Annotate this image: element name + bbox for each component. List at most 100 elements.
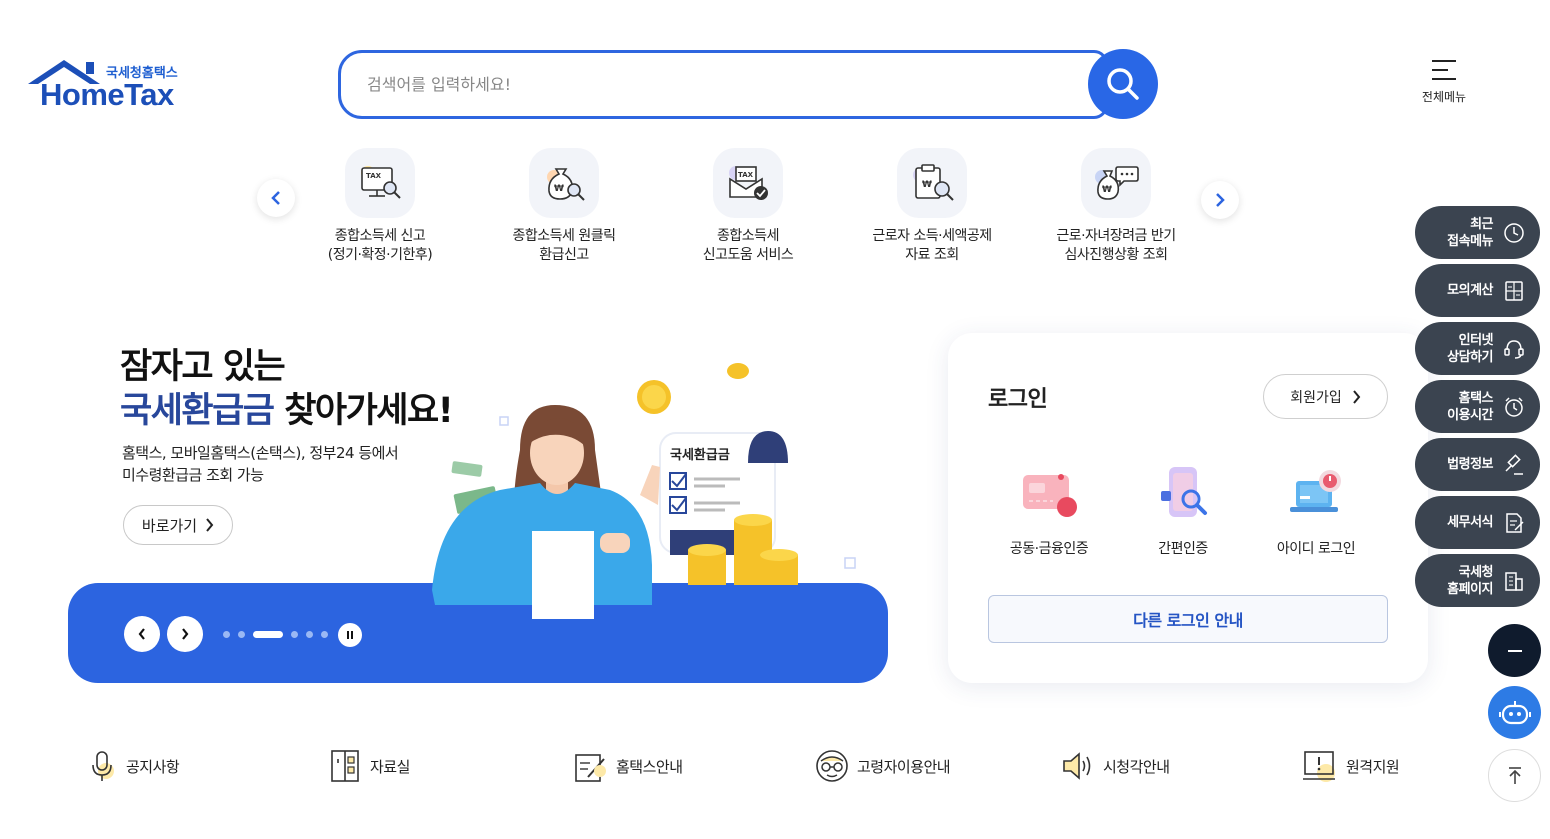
bottom-link-remote-support[interactable]: 원격지원 bbox=[1302, 748, 1400, 784]
side-tax-forms-button[interactable]: 세무서식 bbox=[1415, 496, 1540, 549]
other-login-guide-button[interactable]: 다른 로그인 안내 bbox=[988, 595, 1388, 643]
building-icon bbox=[1505, 571, 1523, 591]
pagination-dot[interactable] bbox=[291, 631, 298, 638]
chevron-right-icon bbox=[206, 518, 214, 532]
pause-icon bbox=[347, 631, 353, 639]
banner-prev-button[interactable] bbox=[124, 616, 160, 652]
side-service-hours-button[interactable]: 홈택스 이용시간 bbox=[1415, 380, 1540, 433]
services-next-button[interactable] bbox=[1201, 181, 1239, 219]
service-item-one-click-refund[interactable]: ₩ 종합소득세 원클릭 환급신고 bbox=[479, 148, 649, 265]
service-item-income-tax-filing[interactable]: TAX 종합소득세 신고 (정기·확정·기한후) bbox=[295, 148, 465, 265]
service-subtitle: 자료 조회 bbox=[905, 247, 959, 263]
chevron-right-icon bbox=[1216, 193, 1225, 207]
hamburger-menu-icon bbox=[1432, 60, 1456, 80]
join-button[interactable]: 회원가입 bbox=[1263, 374, 1388, 419]
service-title: 종합소득세 신고 bbox=[334, 228, 426, 244]
money-bag-chat-icon: ₩ bbox=[1081, 148, 1151, 218]
cabinet-icon bbox=[331, 750, 359, 782]
service-title: 종합소득세 원클릭 bbox=[512, 228, 617, 244]
service-title: 근로·자녀장려금 반기 bbox=[1056, 228, 1176, 244]
login-method-simple[interactable]: 간편인증 bbox=[1118, 458, 1248, 558]
svg-text:TAX: TAX bbox=[366, 172, 382, 180]
side-button-label: 법령정보 bbox=[1447, 457, 1493, 472]
banner-pause-button[interactable] bbox=[338, 623, 362, 647]
login-method-label: 공동·금융인증 bbox=[1009, 541, 1089, 557]
laptop-power-icon bbox=[1281, 458, 1351, 528]
calculator-icon bbox=[1505, 280, 1523, 301]
search-box bbox=[338, 50, 1108, 119]
svg-text:₩: ₩ bbox=[554, 184, 564, 194]
pagination-dot[interactable] bbox=[306, 631, 313, 638]
minus-icon bbox=[1507, 649, 1522, 652]
bottom-link-notice[interactable]: 공지사항 bbox=[88, 748, 180, 784]
scroll-top-button[interactable] bbox=[1488, 749, 1541, 802]
login-title: 로그인 bbox=[988, 387, 1048, 412]
side-nts-homepage-button[interactable]: 국세청 홈페이지 bbox=[1415, 554, 1540, 607]
login-method-label: 간편인증 bbox=[1158, 541, 1208, 557]
banner-go-button[interactable]: 바로가기 bbox=[123, 505, 233, 545]
side-online-consult-button[interactable]: 인터넷 상담하기 bbox=[1415, 322, 1540, 375]
speaker-icon bbox=[1063, 752, 1091, 780]
bottom-link-label: 공지사항 bbox=[126, 757, 180, 776]
guide-edit-icon bbox=[575, 754, 606, 782]
pagination-dot[interactable] bbox=[238, 631, 245, 638]
search-input[interactable] bbox=[367, 69, 1067, 99]
bottom-link-hometax-guide[interactable]: 홈택스안내 bbox=[574, 748, 683, 784]
pagination-dot-active[interactable] bbox=[253, 631, 283, 638]
side-law-info-button[interactable]: 법령정보 bbox=[1415, 438, 1540, 491]
search-icon bbox=[1107, 68, 1139, 100]
all-menu-button[interactable]: 전체메뉴 bbox=[1414, 58, 1474, 114]
microphone-icon bbox=[92, 751, 114, 781]
side-button-label: 인터넷 상담하기 bbox=[1447, 332, 1493, 365]
banner-headline-line2: 국세환급금 찾아가세요! bbox=[120, 382, 454, 433]
side-button-label: 홈택스 이용시간 bbox=[1447, 390, 1493, 423]
side-button-label: 모의계산 bbox=[1447, 283, 1493, 298]
bottom-link-label: 고령자이용안내 bbox=[857, 757, 951, 776]
search-button[interactable] bbox=[1088, 49, 1158, 119]
logo-title: HomeTax bbox=[40, 77, 174, 112]
svg-text:₩: ₩ bbox=[1102, 185, 1112, 195]
money-bag-search-icon: ₩ bbox=[529, 148, 599, 218]
document-edit-icon bbox=[1506, 512, 1524, 533]
service-item-incentive-status[interactable]: ₩ 근로·자녀장려금 반기 심사진행상황 조회 bbox=[1031, 148, 1201, 265]
side-simulation-button[interactable]: 모의계산 bbox=[1415, 264, 1540, 317]
bottom-link-label: 시청각안내 bbox=[1103, 757, 1170, 776]
side-panel-collapse-button[interactable] bbox=[1488, 624, 1541, 677]
chat-headset-icon bbox=[1504, 339, 1524, 359]
chevron-right-icon bbox=[182, 628, 189, 640]
join-label: 회원가입 bbox=[1290, 389, 1342, 406]
bottom-link-audiovisual-guide[interactable]: 시청각안내 bbox=[1061, 748, 1170, 784]
senior-glasses-icon bbox=[816, 750, 848, 782]
pagination-dot[interactable] bbox=[321, 631, 328, 638]
side-button-label: 세무서식 bbox=[1447, 515, 1493, 530]
hometax-logo[interactable]: 국세청홈택스 HomeTax bbox=[26, 58, 191, 114]
phone-search-icon bbox=[1148, 458, 1218, 528]
clipboard-search-icon: ₩ bbox=[897, 148, 967, 218]
service-subtitle: 환급신고 bbox=[539, 247, 589, 263]
side-recent-menu-button[interactable]: 최근 접속메뉴 bbox=[1415, 206, 1540, 259]
tax-envelope-check-icon: TAX bbox=[713, 148, 783, 218]
pagination-dot[interactable] bbox=[223, 631, 230, 638]
service-subtitle: (정기·확정·기한후) bbox=[327, 247, 433, 263]
service-subtitle: 심사진행상황 조회 bbox=[1064, 247, 1169, 263]
refund-illustration: 국세환급금 bbox=[432, 363, 856, 619]
tax-monitor-icon: TAX bbox=[345, 148, 415, 218]
bottom-link-label: 자료실 bbox=[370, 757, 410, 776]
all-menu-label: 전체메뉴 bbox=[1421, 90, 1467, 104]
bottom-link-label: 홈택스안내 bbox=[616, 757, 683, 776]
login-method-certificate[interactable]: 공동·금융인증 bbox=[984, 458, 1114, 558]
service-title: 종합소득세 bbox=[717, 228, 779, 244]
service-subtitle: 신고도움 서비스 bbox=[702, 247, 794, 263]
service-item-deduction-data[interactable]: ₩ 근로자 소득·세액공제 자료 조회 bbox=[847, 148, 1017, 265]
service-item-filing-help[interactable]: TAX 종합소득세 신고도움 서비스 bbox=[663, 148, 833, 265]
banner-next-button[interactable] bbox=[167, 616, 203, 652]
login-method-id[interactable]: 아이디 로그인 bbox=[1251, 458, 1381, 558]
illustration-label: 국세환급금 bbox=[670, 447, 730, 463]
services-prev-button[interactable] bbox=[257, 179, 295, 217]
bottom-link-senior-guide[interactable]: 고령자이용안내 bbox=[815, 748, 951, 784]
arrow-up-icon bbox=[1508, 766, 1521, 784]
bottom-link-archive[interactable]: 자료실 bbox=[330, 748, 410, 784]
chatbot-button[interactable] bbox=[1488, 686, 1541, 739]
chevron-right-icon bbox=[1352, 389, 1361, 404]
banner-highlight: 국세환급금 bbox=[120, 391, 275, 431]
